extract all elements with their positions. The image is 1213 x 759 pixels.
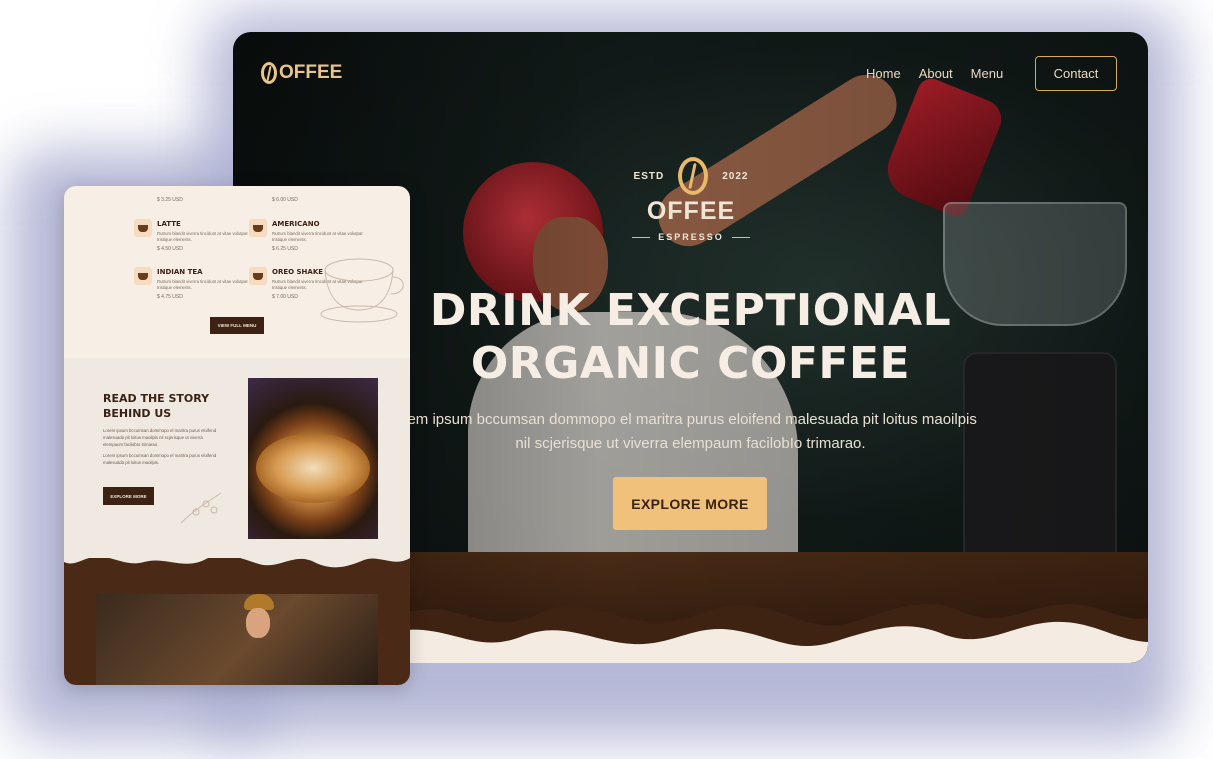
coffee-cup-sketch-icon bbox=[320, 258, 404, 323]
story-paragraph: Lorem ipsum bccumsan dommopo el maritra … bbox=[103, 427, 221, 466]
mobile-drip-divider bbox=[64, 546, 410, 568]
menu-item-price: $ 4.75 USD bbox=[157, 294, 183, 300]
nav-menu-link[interactable]: Menu bbox=[971, 66, 1004, 81]
mobile-page-mockup: $ 3.25 USD $ 6.00 USD LATTE Rutrum bland… bbox=[64, 186, 410, 685]
badge-tagline: ESPRESSO bbox=[623, 232, 759, 242]
nav-home[interactable]: Home bbox=[866, 66, 901, 81]
tea-cup-icon bbox=[134, 267, 152, 285]
hero-paragraph: orem ipsum bccumsan dommopo el maritra p… bbox=[383, 408, 998, 456]
explore-more-button[interactable]: EXPLORE MORE bbox=[613, 477, 767, 530]
menu-item-name: INDIAN TEA bbox=[157, 268, 203, 276]
hero-paragraph-line-2: nil scjerisque ut viverra elempaum facil… bbox=[515, 435, 866, 452]
divider-line bbox=[731, 236, 750, 238]
menu-item-name: LATTE bbox=[157, 220, 181, 228]
shake-cup-icon bbox=[249, 267, 267, 285]
latte-art-photo bbox=[248, 378, 378, 539]
story-paragraph-1: Lorem ipsum bccumsan dommopo el maritra … bbox=[103, 428, 217, 447]
tagline-text: ESPRESSO bbox=[658, 232, 724, 242]
story-paragraph-2: Lorem ipsum bccumsan dommopo el maritra … bbox=[103, 453, 217, 465]
view-full-menu-button[interactable]: VIEW FULL MENU bbox=[210, 317, 264, 334]
headline-line-1: DRINK EXCEPTIONAL bbox=[429, 285, 952, 336]
brand-badge: ESTD 2022 OFFEE ESPRESSO bbox=[623, 157, 759, 242]
coffee-bean-icon bbox=[678, 157, 709, 195]
coffee-branch-sketch-icon bbox=[180, 492, 222, 524]
story-explore-button[interactable]: EXPLORE MORE bbox=[103, 487, 154, 505]
site-logo[interactable]: OFFEE bbox=[261, 62, 342, 84]
logo-text: OFFEE bbox=[279, 62, 343, 83]
barista-shop-photo bbox=[96, 594, 378, 685]
headline-line-2: ORGANIC COFFEE bbox=[470, 338, 911, 389]
latte-cup bbox=[256, 433, 370, 503]
barista-face bbox=[246, 608, 270, 638]
menu-item-desc: Rutrum blandit viverra tincidunt at vita… bbox=[272, 231, 363, 242]
coffee-cup-icon bbox=[249, 219, 267, 237]
coffee-bean-icon bbox=[261, 62, 277, 84]
menu-item-desc: Rutrum blandit viverra tincidunt at vita… bbox=[157, 279, 248, 290]
nav-about[interactable]: About bbox=[919, 66, 953, 81]
menu-item-desc: Rutrum blandit viverra tincidunt at vita… bbox=[157, 231, 248, 242]
menu-item-price: $ 4.50 USD bbox=[157, 246, 183, 252]
divider-line bbox=[632, 236, 651, 238]
story-title: READ THE STORY BEHIND US bbox=[103, 392, 210, 420]
estd-year: 2022 bbox=[722, 170, 749, 182]
estd-label: ESTD bbox=[633, 170, 665, 182]
menu-item-name: AMERICANO bbox=[272, 220, 320, 228]
cropped-menu-price-1: $ 3.25 USD bbox=[157, 197, 183, 203]
badge-brand-name: OFFEE bbox=[646, 197, 736, 225]
coffee-cup-icon bbox=[134, 219, 152, 237]
hero-headline: DRINK EXCEPTIONAL ORGANIC COFFEE bbox=[383, 284, 998, 390]
contact-button[interactable]: Contact bbox=[1035, 56, 1117, 91]
hero-paragraph-line-1: orem ipsum bccumsan dommopo el maritra p… bbox=[394, 411, 977, 428]
cropped-menu-price-2: $ 6.00 USD bbox=[272, 197, 298, 203]
menu-item-price: $ 6.25 USD bbox=[272, 246, 298, 252]
nav-menu: Home About Menu bbox=[866, 66, 1003, 81]
menu-item-name: OREO SHAKE bbox=[272, 268, 324, 276]
menu-item-price: $ 7.00 USD bbox=[272, 294, 298, 300]
